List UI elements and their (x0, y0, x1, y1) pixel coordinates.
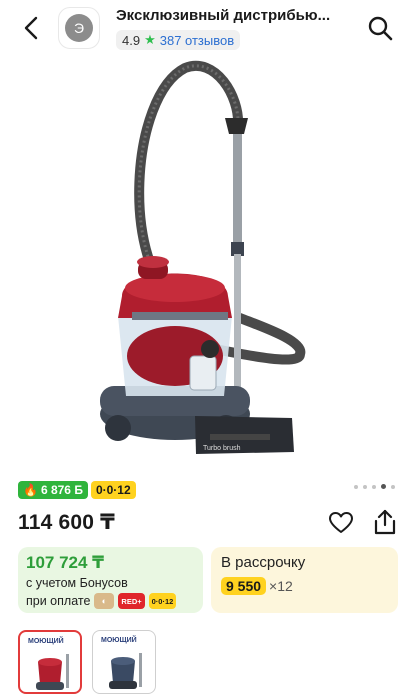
red-plus-badge: RED+ (118, 593, 145, 609)
installment-badge: 0·0·12 (90, 481, 136, 499)
payment-methods: при оплате ◐ RED+ 0·0·12 (26, 593, 195, 609)
brush-label: Turbo brush (203, 445, 241, 452)
promo-badges: 🔥 6 876 Б 0·0·12 (18, 481, 136, 499)
bonus-price-card[interactable]: 107 724 ₸ с учетом Бонусов при оплате ◐ … (18, 547, 203, 613)
monthly-payment: 9 550 (221, 577, 267, 595)
share-icon[interactable] (372, 508, 398, 536)
thumbnail-caption: МОЮЩИЙ (101, 637, 137, 644)
reviews-link[interactable]: 387 отзывов (160, 33, 234, 48)
installment-card[interactable]: В рассрочку 9 550 ×12 (211, 547, 398, 613)
months-count: ×12 (269, 578, 293, 594)
coin-icon: ◐ (94, 593, 115, 609)
star-icon: ★ (144, 32, 156, 47)
bonus-price: 107 724 ₸ (26, 553, 105, 572)
thumbnail-caption: МОЮЩИЙ (28, 638, 64, 645)
seller-initial: Э (65, 14, 93, 42)
rating-value: 4.9 (122, 32, 141, 48)
product-price: 114 600 ₸ (18, 511, 115, 534)
back-arrow-icon[interactable] (18, 14, 46, 42)
payment-note: при оплате (26, 594, 91, 608)
bonus-badge: 🔥 6 876 Б (18, 481, 88, 499)
thumbnail-2[interactable]: МОЮЩИЙ (92, 630, 156, 694)
pagination-dot (354, 484, 358, 489)
bonus-value: 6 876 Б (40, 483, 83, 497)
heart-icon[interactable] (328, 510, 354, 536)
gallery-pagination (354, 484, 395, 489)
rating-chip[interactable]: 4.9 ★ 387 отзывов (116, 30, 241, 50)
search-icon[interactable] (366, 14, 394, 42)
pagination-dot (372, 484, 376, 489)
pagination-dot (363, 484, 367, 489)
product-image[interactable]: Turbo brush (0, 56, 416, 470)
seller-avatar[interactable]: Э (58, 7, 100, 49)
bonus-note: с учетом Бонусов (26, 576, 128, 590)
installment-title: В рассрочку (221, 554, 306, 571)
flame-icon: 🔥 (23, 483, 38, 497)
header: Э Эксклюзивный дистрибью... 4.9 ★ 387 от… (0, 0, 416, 56)
pagination-dot-active (381, 484, 386, 489)
installment-row: 9 550 ×12 (221, 577, 388, 595)
installment-mini-badge: 0·0·12 (148, 593, 177, 609)
pagination-dot (391, 484, 395, 489)
seller-name[interactable]: Эксклюзивный дистрибью... (116, 7, 346, 24)
thumbnail-1[interactable]: МОЮЩИЙ (18, 630, 82, 694)
